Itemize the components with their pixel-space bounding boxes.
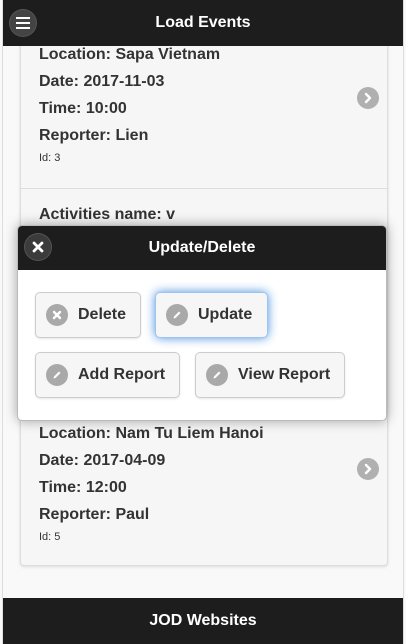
popup-header: Update/Delete xyxy=(18,226,386,270)
event-activity: Activities name: v xyxy=(39,206,176,223)
event-item[interactable]: Location: Nam Tu Liem Hanoi Date: 2017-0… xyxy=(21,420,387,565)
event-id: Id: 5 xyxy=(39,531,61,543)
edit-icon xyxy=(166,304,188,326)
update-label: Update xyxy=(198,306,253,323)
event-date: Date: 2017-04-09 xyxy=(39,452,166,469)
event-time: Time: 12:00 xyxy=(39,479,127,496)
event-time: Time: 10:00 xyxy=(39,100,127,117)
delete-icon xyxy=(46,304,68,326)
footer-title: JOD Websites xyxy=(149,612,257,629)
close-icon xyxy=(32,241,44,253)
edit-icon xyxy=(46,364,68,386)
popup-title: Update/Delete xyxy=(148,239,256,256)
event-reporter: Reporter: Paul xyxy=(39,506,150,523)
delete-label: Delete xyxy=(78,306,127,323)
chevron-right-icon xyxy=(357,87,379,109)
page-title: Load Events xyxy=(155,14,251,31)
event-item[interactable]: Location: Sapa Vietnam Date: 2017-11-03 … xyxy=(21,41,387,189)
add-report-button[interactable]: Add Report xyxy=(35,352,180,398)
update-delete-popup: Update/Delete Delete Update Add Report V… xyxy=(17,225,387,421)
add-report-label: Add Report xyxy=(78,366,166,383)
view-report-button[interactable]: View Report xyxy=(195,352,345,398)
event-id: Id: 3 xyxy=(39,152,61,164)
event-date: Date: 2017-11-03 xyxy=(39,73,165,90)
update-button[interactable]: Update xyxy=(155,292,268,338)
app-header: Load Events xyxy=(3,0,403,46)
event-reporter: Reporter: Lien xyxy=(39,127,149,144)
close-button[interactable] xyxy=(25,234,51,260)
app-footer: JOD Websites xyxy=(3,598,403,644)
view-report-label: View Report xyxy=(238,366,331,383)
event-location: Location: Nam Tu Liem Hanoi xyxy=(39,425,264,442)
menu-icon xyxy=(16,17,30,29)
menu-button[interactable] xyxy=(10,10,36,36)
delete-button[interactable]: Delete xyxy=(35,292,141,338)
chevron-right-icon xyxy=(357,458,379,480)
edit-icon xyxy=(206,364,228,386)
